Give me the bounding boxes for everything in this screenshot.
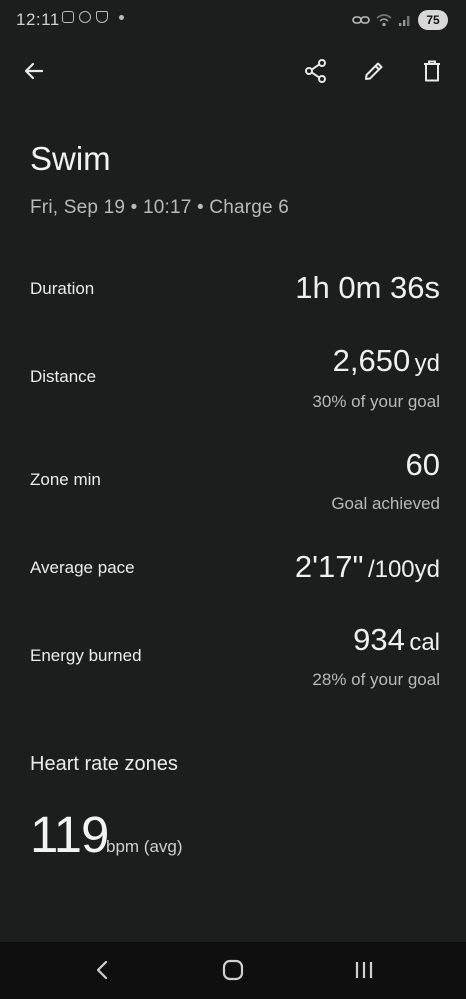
- battery-indicator: 75: [418, 10, 448, 30]
- distance-number: 2,650: [332, 343, 411, 378]
- status-right: 75: [352, 10, 448, 30]
- energy-burned-label: Energy burned: [30, 646, 142, 665]
- back-button[interactable]: [10, 46, 58, 96]
- distance-goal: 30% of your goal: [312, 392, 440, 411]
- edit-pencil-icon: [365, 62, 383, 80]
- nav-recents-button[interactable]: [336, 950, 392, 990]
- wifi-icon: [376, 14, 392, 27]
- signal-icon: [399, 16, 410, 26]
- nav-back-button[interactable]: [74, 950, 130, 990]
- app-bar: [0, 46, 466, 98]
- edit-button[interactable]: [350, 46, 398, 96]
- home-icon: [222, 959, 244, 981]
- duration-label: Duration: [30, 279, 95, 298]
- heart-rate-zones-title[interactable]: Heart rate zones: [30, 753, 178, 776]
- notification-icon: [79, 11, 91, 23]
- average-pace-value: 2'17" /100yd: [295, 549, 440, 585]
- recents-icon: [355, 962, 373, 978]
- more-notifications-icon: [119, 14, 124, 20]
- activity-title: Swim: [30, 140, 111, 177]
- system-nav-bar: [0, 942, 466, 999]
- chevron-left-icon: [96, 960, 108, 980]
- share-icon: [305, 59, 326, 83]
- activity-subtitle: Fri, Sep 19 • 10:17 • Charge 6: [30, 197, 290, 218]
- zone-min-label: Zone min: [30, 470, 101, 489]
- average-pace-unit: /100yd: [367, 556, 440, 583]
- average-pace-label: Average pace: [30, 558, 135, 577]
- heart-rate-average: 119: [30, 806, 109, 863]
- zone-min-value: 60: [406, 447, 440, 483]
- energy-number: 934: [353, 622, 405, 657]
- duration-value: 1h 0m 36s: [295, 270, 440, 306]
- energy-burned-value: 934 cal: [353, 622, 440, 658]
- average-pace-number: 2'17": [294, 549, 364, 584]
- distance-value: 2,650 yd: [333, 343, 440, 379]
- nav-home-button[interactable]: [205, 950, 261, 990]
- back-arrow-icon: [24, 62, 44, 80]
- energy-goal: 28% of your goal: [312, 670, 440, 689]
- distance-unit: yd: [414, 350, 440, 377]
- zone-min-number: 60: [405, 447, 440, 482]
- status-time: 12:11: [16, 10, 60, 29]
- delete-button[interactable]: [408, 46, 456, 96]
- heart-rate-unit: bpm (avg): [106, 837, 183, 856]
- zone-min-status: Goal achieved: [331, 494, 440, 513]
- duration-number: 1h 0m 36s: [295, 270, 440, 305]
- distance-label: Distance: [30, 367, 97, 386]
- status-bar: 12:11 75: [0, 0, 466, 40]
- notification-icon: [96, 11, 108, 23]
- notification-icons: [62, 11, 124, 23]
- link-icon: [352, 16, 370, 24]
- share-button[interactable]: [292, 46, 340, 96]
- energy-unit: cal: [409, 629, 440, 656]
- delete-trash-icon: [424, 60, 440, 82]
- notification-icon: [62, 11, 74, 23]
